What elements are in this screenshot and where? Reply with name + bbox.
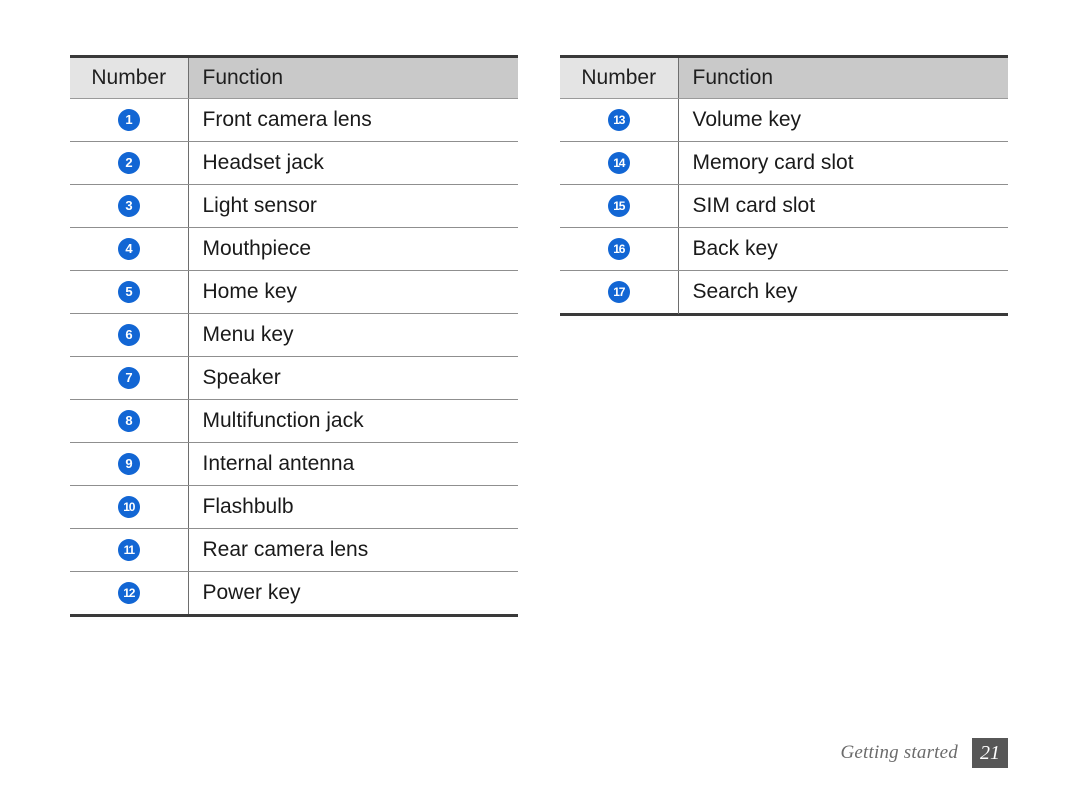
cell-number: 17	[560, 270, 678, 316]
cell-number: 2	[70, 141, 188, 185]
column-header-number: Number	[70, 55, 188, 99]
spec-table: Number Function 13 Volume key 14 Memory car…	[560, 55, 1008, 316]
number-badge-icon: 4	[117, 238, 140, 261]
table-row: 6 Menu key	[70, 313, 518, 357]
table-row: 15 SIM card slot	[560, 184, 1008, 228]
cell-number: 7	[70, 356, 188, 400]
number-badge-icon: 12	[117, 582, 140, 605]
table-row: 11 Rear camera lens	[70, 528, 518, 572]
cell-number: 6	[70, 313, 188, 357]
column-header-function: Function	[677, 55, 1008, 99]
cell-number: 14	[560, 141, 678, 185]
cell-number: 1	[70, 98, 188, 142]
table-row: 7 Speaker	[70, 356, 518, 400]
cell-function: Flashbulb	[187, 485, 518, 529]
number-badge-icon: 13	[607, 109, 630, 132]
table-row: 1 Front camera lens	[70, 98, 518, 142]
cell-function: Power key	[187, 571, 518, 617]
spec-table: Number Function 1 Front camera lens 2 Heads…	[70, 55, 518, 617]
cell-number: 15	[560, 184, 678, 228]
cell-function: Front camera lens	[187, 98, 518, 142]
cell-function: Back key	[677, 227, 1008, 271]
number-badge-icon: 10	[117, 496, 140, 519]
header-row: Number Function	[70, 55, 518, 99]
cell-number: 8	[70, 399, 188, 443]
table-row: 2 Headset jack	[70, 141, 518, 185]
document-page: Number Function 1 Front camera lens 2 Heads…	[0, 0, 1080, 798]
spec-table-right: Number Function 13 Volume key 14 Memory car…	[560, 55, 1008, 316]
cell-number: 11	[70, 528, 188, 572]
number-badge-icon: 14	[607, 152, 630, 175]
table-row: 5 Home key	[70, 270, 518, 314]
table-row: 4 Mouthpiece	[70, 227, 518, 271]
cell-number: 4	[70, 227, 188, 271]
number-badge-icon: 2	[117, 152, 140, 175]
cell-function: SIM card slot	[677, 184, 1008, 228]
cell-function: Volume key	[677, 98, 1008, 142]
cell-number: 3	[70, 184, 188, 228]
cell-function: Mouthpiece	[187, 227, 518, 271]
cell-function: Multifunction jack	[187, 399, 518, 443]
cell-function: Headset jack	[187, 141, 518, 185]
cell-number: 9	[70, 442, 188, 486]
footer-section-label: Getting started	[840, 742, 958, 763]
header-row: Number Function	[560, 55, 1008, 99]
table-row: 13 Volume key	[560, 98, 1008, 142]
table-body: 13 Volume key 14 Memory card slot 15 SIM card…	[560, 98, 1008, 316]
cell-function: Search key	[677, 270, 1008, 316]
cell-function: Memory card slot	[677, 141, 1008, 185]
table-header: Number Function	[70, 55, 518, 99]
cell-function: Rear camera lens	[187, 528, 518, 572]
number-badge-icon: 1	[117, 109, 140, 132]
number-badge-icon: 5	[117, 281, 140, 304]
cell-function: Light sensor	[187, 184, 518, 228]
number-badge-icon: 6	[117, 324, 140, 347]
cell-function: Speaker	[187, 356, 518, 400]
number-badge-icon: 8	[117, 410, 140, 433]
column-divider-tail	[678, 305, 679, 314]
cell-function: Menu key	[187, 313, 518, 357]
table-row: 16 Back key	[560, 227, 1008, 271]
table-row: 14 Memory card slot	[560, 141, 1008, 185]
cell-number: 10	[70, 485, 188, 529]
page-footer: Getting started 21	[0, 738, 1008, 768]
number-badge-icon: 15	[607, 195, 630, 218]
cell-function: Internal antenna	[187, 442, 518, 486]
cell-number: 5	[70, 270, 188, 314]
number-badge-icon: 11	[117, 539, 140, 562]
table-row: 8 Multifunction jack	[70, 399, 518, 443]
table-row: 12 Power key	[70, 571, 518, 617]
number-badge-icon: 16	[607, 238, 630, 261]
cell-number: 13	[560, 98, 678, 142]
column-divider-tail	[188, 599, 189, 608]
number-badge-icon: 7	[117, 367, 140, 390]
table-row: 3 Light sensor	[70, 184, 518, 228]
column-header-number: Number	[560, 55, 678, 99]
table-row: 17 Search key	[560, 270, 1008, 316]
table-body: 1 Front camera lens 2 Headset jack 3 Light se…	[70, 98, 518, 617]
number-badge-icon: 9	[117, 453, 140, 476]
table-row: 9 Internal antenna	[70, 442, 518, 486]
spec-table-left: Number Function 1 Front camera lens 2 Heads…	[70, 55, 518, 617]
table-row: 10 Flashbulb	[70, 485, 518, 529]
cell-function: Home key	[187, 270, 518, 314]
number-badge-icon: 3	[117, 195, 140, 218]
page-number-badge: 21	[972, 738, 1008, 768]
number-badge-icon: 17	[607, 281, 630, 304]
cell-number: 12	[70, 571, 188, 617]
cell-number: 16	[560, 227, 678, 271]
table-header: Number Function	[560, 55, 1008, 99]
column-header-function: Function	[187, 55, 518, 99]
